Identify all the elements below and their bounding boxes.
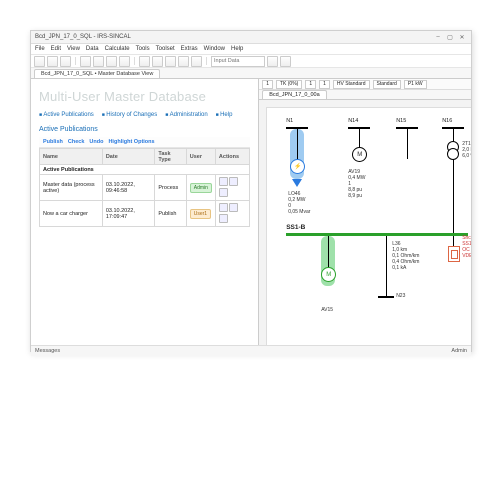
load-arrow-icon	[292, 179, 302, 187]
minimize-button[interactable]: –	[433, 32, 443, 42]
menubar: File Edit View Data Calculate Tools Tool…	[31, 44, 471, 55]
link-admin[interactable]: Administration	[165, 112, 207, 118]
diagram-tabs: Bcd_JPN_17_0_00a	[259, 90, 471, 100]
document-tabs: Bcd_JPN_17_0_SQL • Master Database View	[31, 68, 471, 79]
diagram-tab[interactable]: Bcd_JPN_17_0_00a	[262, 90, 326, 99]
label-n15: N15	[396, 118, 406, 124]
page-heading: Multi-User Master Database	[39, 89, 250, 104]
nav-links: Active Publications History of Changes A…	[39, 112, 250, 118]
row-actions	[215, 175, 249, 201]
col-name[interactable]: Name	[40, 149, 103, 165]
highlight-button[interactable]: Highlight Options	[108, 139, 154, 145]
menu-extras[interactable]: Extras	[181, 46, 198, 52]
window-title: Bcd_JPN_17_0_SQL - IRS-SINCAL	[35, 34, 131, 40]
toolbar-button[interactable]	[34, 56, 45, 67]
toolbar-button[interactable]	[47, 56, 58, 67]
tab-master-db[interactable]: Bcd_JPN_17_0_SQL • Master Database View	[34, 69, 160, 78]
tool-box[interactable]: TK (0%)	[276, 80, 302, 89]
toolbar-button[interactable]	[165, 56, 176, 67]
tool-box[interactable]: HV Standard	[333, 80, 370, 89]
toolbar-button[interactable]	[80, 56, 91, 67]
table-row[interactable]: Now a car charger 03.10.2022, 17:09:47 P…	[40, 201, 250, 227]
link-help[interactable]: Help	[216, 112, 233, 118]
bus-n23[interactable]	[378, 296, 394, 298]
action-icon[interactable]	[219, 203, 228, 212]
undo-button[interactable]: Undo	[89, 139, 103, 145]
action-icon[interactable]	[219, 188, 228, 197]
action-icon[interactable]	[219, 214, 228, 223]
publish-button[interactable]: Publish	[43, 139, 63, 145]
toolbar-button[interactable]	[178, 56, 189, 67]
main-toolbar	[31, 55, 471, 68]
toolbar-button[interactable]	[267, 56, 278, 67]
menu-view[interactable]: View	[67, 46, 80, 52]
toolbar-button[interactable]	[152, 56, 163, 67]
label-n16: N16	[442, 118, 452, 124]
statusbar: Messages Admin	[31, 345, 471, 356]
toolbar-button[interactable]	[191, 56, 202, 67]
toolbar-button[interactable]	[280, 56, 291, 67]
check-button[interactable]: Check	[68, 139, 85, 145]
tool-box[interactable]: P1 kW	[404, 80, 427, 89]
link-active-pubs[interactable]: Active Publications	[39, 112, 94, 118]
toolbar-input[interactable]	[211, 56, 265, 67]
diagram-pane: 1 TK (0%) 1 1 HV Standard Standard P1 kW…	[259, 79, 471, 345]
publications-table: Name Date Task Type User Actions Active …	[39, 148, 250, 227]
action-icon[interactable]	[219, 177, 228, 186]
menu-toolset[interactable]: Toolset	[156, 46, 175, 52]
app-window: Bcd_JPN_17_0_SQL - IRS-SINCAL – ▢ ✕ File…	[30, 30, 472, 352]
action-icon[interactable]	[229, 177, 238, 186]
motor-icon[interactable]: M	[352, 147, 367, 162]
diagram-toolbar: 1 TK (0%) 1 1 HV Standard Standard P1 kW	[259, 79, 471, 90]
titlebar: Bcd_JPN_17_0_SQL - IRS-SINCAL – ▢ ✕	[31, 31, 471, 44]
label-av15: AV15	[321, 307, 333, 313]
maximize-button[interactable]: ▢	[445, 32, 455, 42]
col-actions[interactable]: Actions	[215, 149, 249, 165]
tool-box[interactable]: 1	[319, 80, 330, 89]
menu-calculate[interactable]: Calculate	[105, 46, 130, 52]
menu-edit[interactable]: Edit	[51, 46, 61, 52]
section-title: Active Publications	[39, 126, 250, 133]
status-user: Admin	[451, 348, 467, 354]
table-row[interactable]: Master data (process active) 03.10.2022,…	[40, 175, 250, 201]
toolbar-button[interactable]	[139, 56, 150, 67]
user-badge: Admin	[190, 183, 212, 193]
label-n1: N1	[286, 118, 293, 124]
toolbar-button[interactable]	[60, 56, 71, 67]
menu-help[interactable]: Help	[231, 46, 243, 52]
label-n14: N14	[348, 118, 358, 124]
label-n23: N23	[396, 293, 405, 299]
col-user[interactable]: User	[186, 149, 215, 165]
label-bus: SS1-B	[286, 224, 305, 231]
menu-window[interactable]: Window	[204, 46, 225, 52]
menu-tools[interactable]: Tools	[136, 46, 150, 52]
row-actions	[215, 201, 249, 227]
protection-device-icon[interactable]	[448, 246, 460, 262]
pub-controls: Publish Check Undo Highlight Options	[39, 137, 250, 148]
col-date[interactable]: Date	[102, 149, 155, 165]
user-badge: User1	[190, 209, 211, 219]
single-line-diagram[interactable]: N1 N14 N15 N16 ⚡ LO46 0,2 MW 0 0,05 Mvar	[259, 100, 471, 345]
link-history[interactable]: History of Changes	[102, 112, 157, 118]
bus-ss1b[interactable]	[286, 233, 468, 236]
close-button[interactable]: ✕	[457, 32, 467, 42]
tool-box[interactable]: 1	[305, 80, 316, 89]
col-type[interactable]: Task Type	[155, 149, 186, 165]
menu-file[interactable]: File	[35, 46, 45, 52]
tool-box[interactable]: Standard	[373, 80, 401, 89]
tool-box[interactable]: 1	[262, 80, 273, 89]
status-left[interactable]: Messages	[35, 348, 60, 354]
menu-data[interactable]: Data	[86, 46, 99, 52]
group-header: Active Publications	[40, 165, 250, 175]
toolbar-button[interactable]	[93, 56, 104, 67]
toolbar-button[interactable]	[106, 56, 117, 67]
toolbar-button[interactable]	[119, 56, 130, 67]
master-db-pane: Multi-User Master Database Active Public…	[31, 79, 259, 345]
action-icon[interactable]	[229, 203, 238, 212]
